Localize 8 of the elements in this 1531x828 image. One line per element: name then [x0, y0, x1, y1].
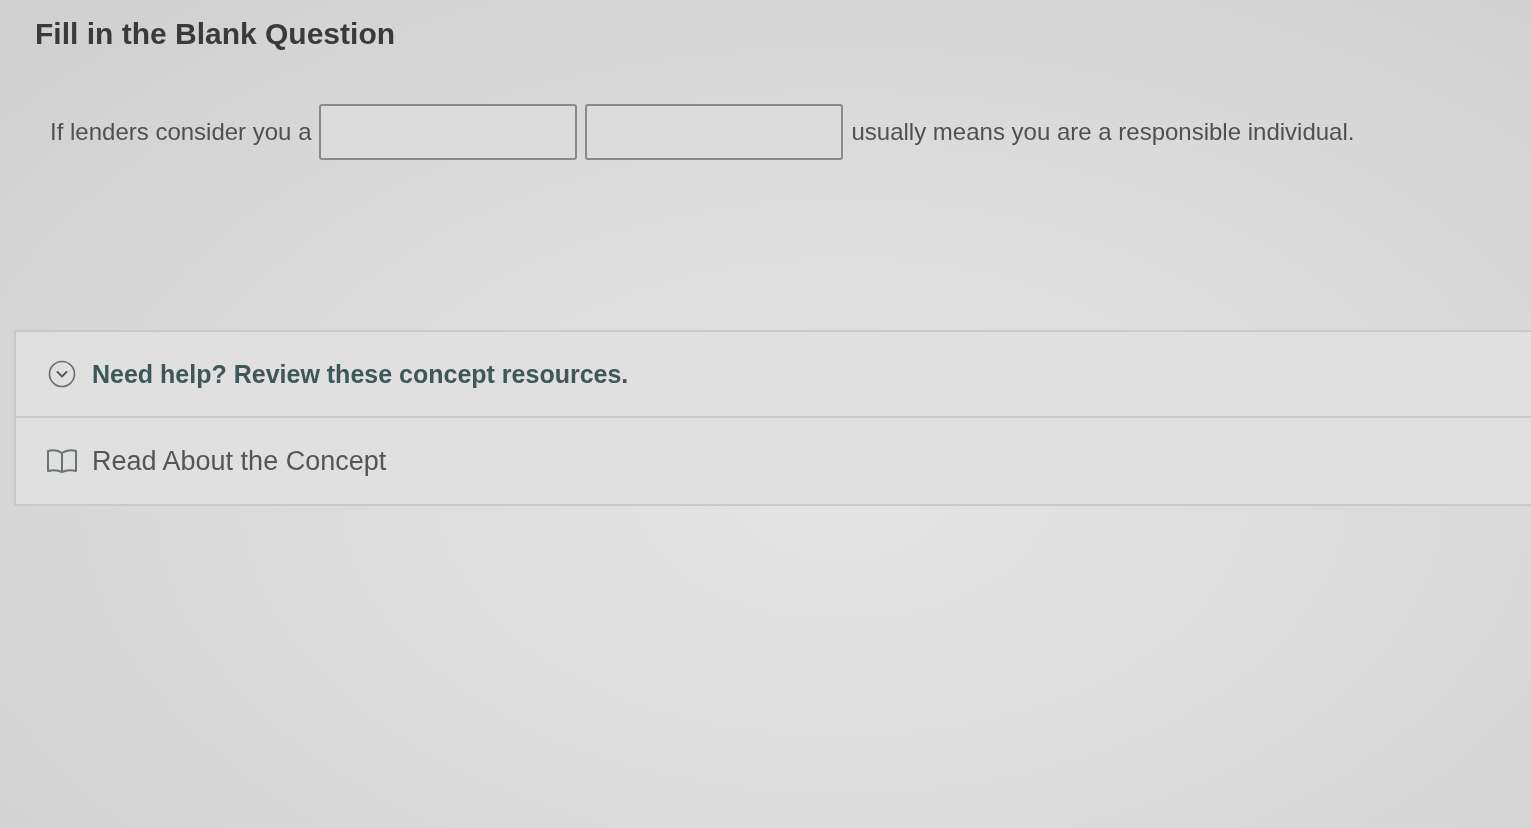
answer-box[interactable]: [319, 104, 578, 160]
question-text: usually means you are a responsible individual.: [851, 118, 1355, 146]
help-toggle[interactable]: Need help? Review these concept resources.: [16, 332, 1531, 416]
answer-box[interactable]: [585, 104, 844, 160]
resource-link[interactable]: Read About the Concept: [92, 445, 387, 477]
question-text: If lenders consider you a: [50, 118, 312, 146]
book-icon: [46, 448, 78, 474]
question-title: Fill in the Blank Question: [35, 16, 396, 52]
